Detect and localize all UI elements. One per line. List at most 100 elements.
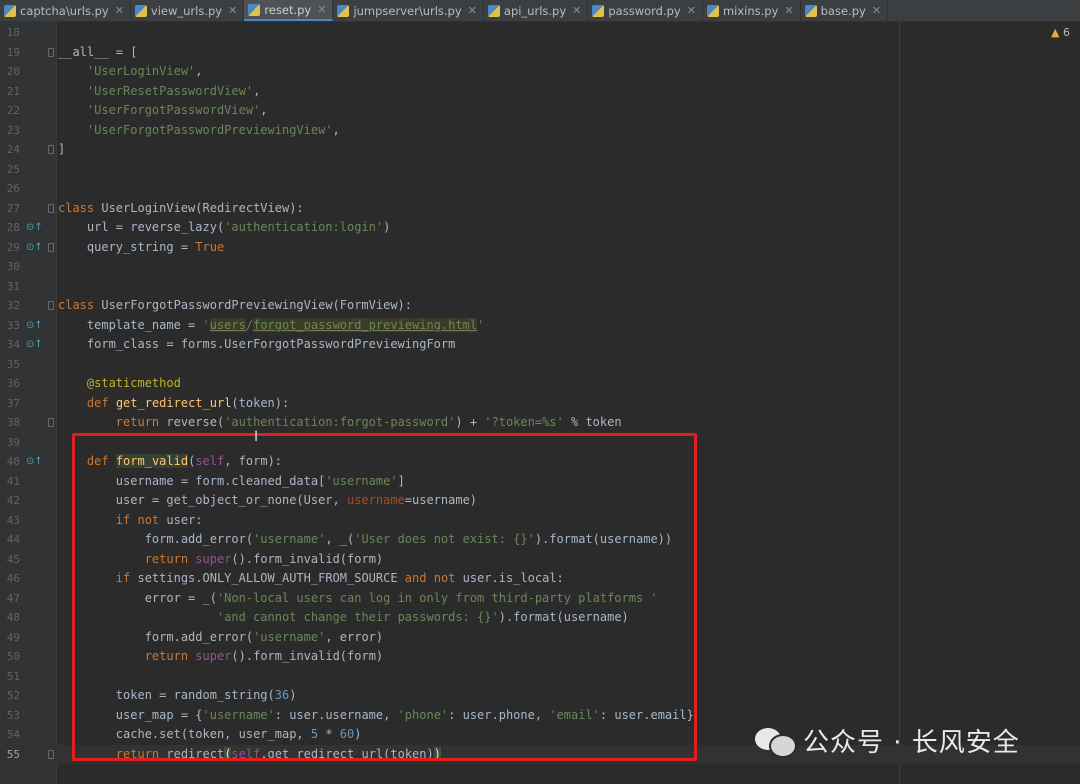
line-number: 38 [6, 416, 20, 429]
line-number: 46 [6, 572, 20, 585]
code-line[interactable]: 30 [0, 257, 1080, 277]
tab-view-urls[interactable]: view_urls.py ✕ [131, 0, 245, 21]
tab-base[interactable]: base.py ✕ [801, 0, 889, 21]
code-text: class UserForgotPasswordPreviewingView(F… [58, 298, 413, 312]
code-line[interactable]: 29 ⊙↑ query_string = True [0, 238, 1080, 258]
override-marker-icon[interactable]: ⊙↑ [26, 218, 43, 238]
override-marker-icon[interactable]: ⊙↑ [26, 238, 43, 258]
line-number: 54 [6, 728, 20, 741]
tab-label: reset.py [264, 2, 312, 17]
line-number: 49 [6, 630, 20, 644]
line-number: 20 [6, 65, 20, 78]
tab-mixins[interactable]: mixins.py ✕ [703, 0, 801, 21]
close-tab-icon[interactable]: ✕ [872, 4, 881, 17]
code-line[interactable]: 22 'UserForgotPasswordView', [0, 101, 1080, 121]
line-number: 29 [6, 240, 20, 254]
line-number: 42 [6, 494, 20, 507]
override-marker-icon[interactable]: ⊙↑ [26, 452, 43, 472]
line-number: 26 [6, 182, 20, 195]
tab-label: mixins.py [722, 3, 779, 18]
code-text: 'UserForgotPasswordView', [86, 103, 268, 117]
line-number: 36 [6, 377, 20, 390]
fold-marker-icon[interactable] [48, 301, 54, 310]
tab-label: password.py [608, 3, 681, 18]
code-line[interactable]: 37 def get_redirect_url(token): [0, 394, 1080, 414]
line-number: 53 [6, 708, 20, 722]
fold-marker-icon[interactable] [48, 47, 54, 57]
code-line[interactable]: 34 ⊙↑ form_class = forms.UserForgotPasswo… [0, 335, 1080, 355]
code-line[interactable]: 20 'UserLoginView', [0, 62, 1080, 82]
code-text: 'UserLoginView', [86, 64, 203, 78]
close-tab-icon[interactable]: ✕ [468, 4, 477, 17]
line-number: 28 [6, 221, 20, 234]
line-number: 35 [6, 357, 20, 371]
close-tab-icon[interactable]: ✕ [687, 4, 696, 17]
tab-label: jumpserver\urls.py [353, 3, 462, 18]
fold-marker-icon[interactable] [48, 145, 54, 154]
line-number: 45 [6, 552, 20, 566]
code-line[interactable]: 26 [0, 179, 1080, 199]
line-number: 32 [6, 299, 20, 312]
python-file-icon [134, 4, 147, 17]
line-number: 22 [6, 104, 20, 117]
line-number: 43 [6, 513, 20, 527]
tab-password[interactable]: password.py ✕ [588, 0, 703, 21]
tab-reset[interactable]: reset.py ✕ [244, 0, 334, 21]
code-line[interactable]: 32 class UserForgotPasswordPreviewingView… [0, 296, 1080, 316]
code-line[interactable]: 36 @staticmethod [0, 374, 1080, 394]
line-number: 37 [6, 396, 20, 410]
code-line[interactable]: 19 __all__ = [ [0, 43, 1080, 63]
line-number: 40 [6, 455, 20, 468]
fold-marker-icon[interactable] [48, 418, 54, 427]
code-line[interactable]: 31 [0, 277, 1080, 297]
code-text: form_class = forms.UserForgotPasswordPre… [58, 337, 456, 351]
tab-captcha-urls[interactable]: captcha\urls.py ✕ [0, 0, 131, 21]
line-number: 48 [6, 611, 20, 624]
code-line[interactable]: 21 'UserResetPasswordView', [0, 82, 1080, 102]
line-number: 18 [6, 26, 20, 39]
close-tab-icon[interactable]: ✕ [115, 4, 124, 17]
line-number: 33 [6, 318, 20, 332]
python-file-icon [592, 4, 605, 17]
wechat-logo-icon [755, 724, 797, 758]
override-marker-icon[interactable]: ⊙↑ [26, 316, 43, 336]
line-number: 27 [6, 201, 20, 215]
code-line[interactable]: 23 'UserForgotPasswordPreviewingView', [0, 121, 1080, 141]
code-line[interactable]: 24] [0, 140, 1080, 160]
line-number: 52 [6, 689, 20, 702]
code-line[interactable]: 35 [0, 355, 1080, 375]
editor-tab-bar: captcha\urls.py ✕ view_urls.py ✕ reset.py ✕… [0, 0, 1080, 22]
fold-marker-icon[interactable] [48, 203, 54, 213]
tab-label: api_urls.py [503, 3, 567, 18]
code-line[interactable]: 38 return reverse('authentication:forgot… [0, 413, 1080, 433]
close-tab-icon[interactable]: ✕ [317, 3, 326, 16]
code-line[interactable]: 25 [0, 160, 1080, 180]
code-line[interactable]: 18 [0, 23, 1080, 43]
code-text: 'UserForgotPasswordPreviewingView', [86, 122, 340, 137]
line-number: 30 [6, 260, 20, 273]
python-file-icon [706, 4, 719, 17]
python-file-icon [487, 4, 500, 17]
fold-marker-icon[interactable] [48, 749, 54, 759]
watermark-text: 公众号 · 长风安全 [803, 727, 1020, 758]
close-tab-icon[interactable]: ✕ [784, 4, 793, 17]
tab-label: captcha\urls.py [20, 3, 109, 18]
override-marker-icon[interactable]: ⊙↑ [26, 335, 43, 355]
code-line[interactable]: 28 ⊙↑ url = reverse_lazy('authentication:… [0, 218, 1080, 238]
line-number: 19 [6, 45, 20, 59]
python-file-icon [337, 4, 350, 17]
code-line[interactable]: 27 class UserLoginView(RedirectView): [0, 199, 1080, 219]
code-text: template_name = 'users/forgot_password_p… [58, 317, 485, 332]
line-number: 34 [6, 338, 20, 351]
fold-marker-icon[interactable] [48, 242, 54, 252]
code-line[interactable]: 33 ⊙↑ template_name = 'users/forgot_passw… [0, 316, 1080, 336]
line-number: 50 [6, 650, 20, 663]
tab-api-urls[interactable]: api_urls.py ✕ [484, 0, 589, 21]
close-tab-icon[interactable]: ✕ [572, 4, 581, 17]
tab-jumpserver-urls[interactable]: jumpserver\urls.py ✕ [333, 0, 484, 21]
close-tab-icon[interactable]: ✕ [228, 4, 237, 17]
python-file-icon [4, 4, 16, 17]
line-number: 51 [6, 669, 20, 683]
annotation-highlight-box [72, 433, 697, 761]
code-text: @staticmethod [86, 376, 181, 390]
